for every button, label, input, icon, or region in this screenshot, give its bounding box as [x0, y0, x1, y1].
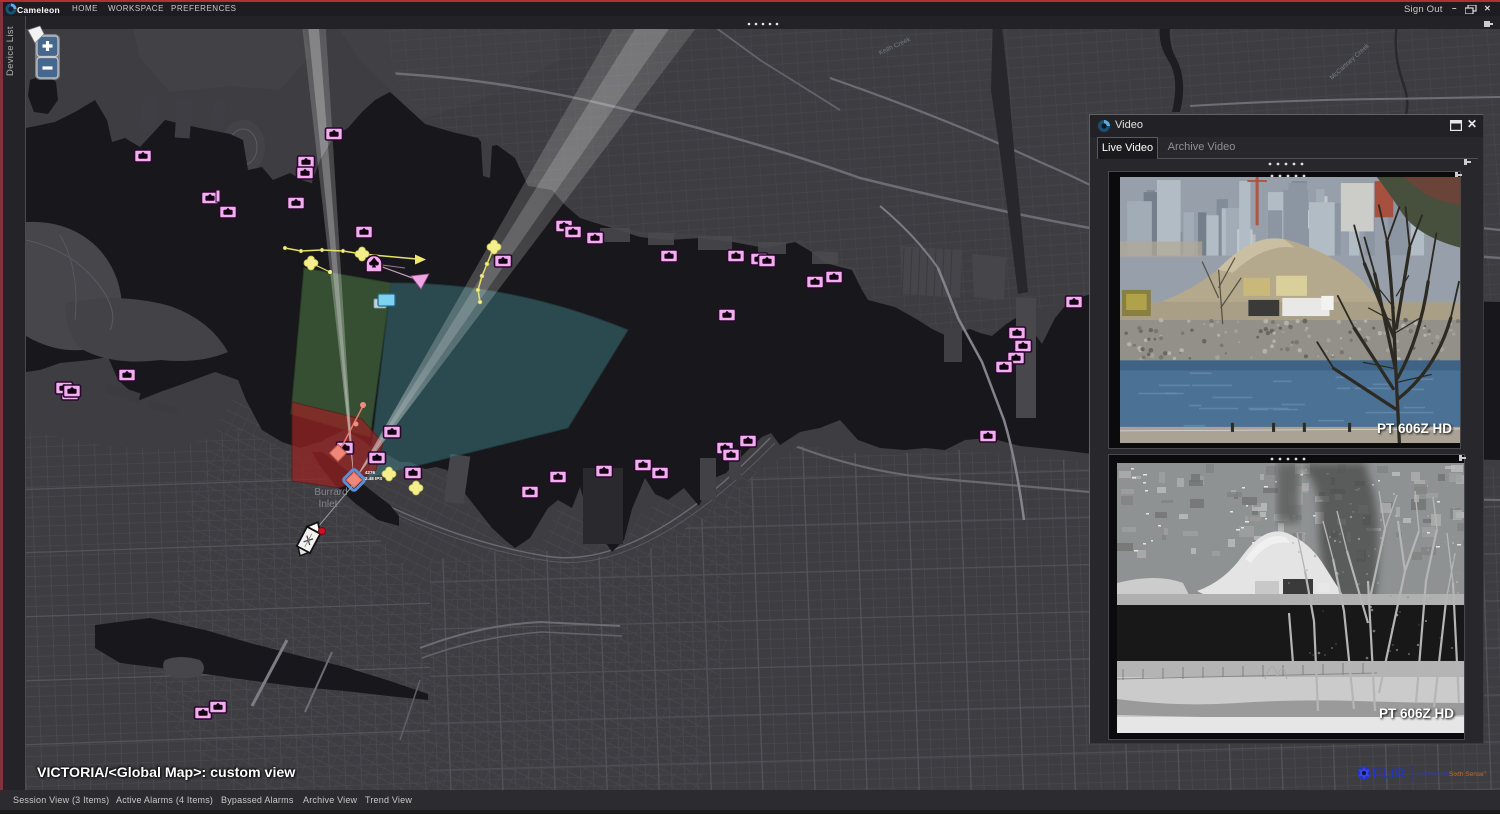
svg-text:FLIR: FLIR	[1373, 765, 1406, 781]
svg-text:Inlet: Inlet	[319, 499, 338, 510]
svg-text:4276: 4276	[365, 470, 376, 475]
svg-text:Burrard: Burrard	[314, 487, 347, 498]
svg-text:FORWARD: FORWARD	[1417, 771, 1451, 778]
svg-text:2.48 IPS: 2.48 IPS	[365, 476, 382, 481]
svg-text:Sixth Sense™: Sixth Sense™	[1449, 771, 1486, 778]
